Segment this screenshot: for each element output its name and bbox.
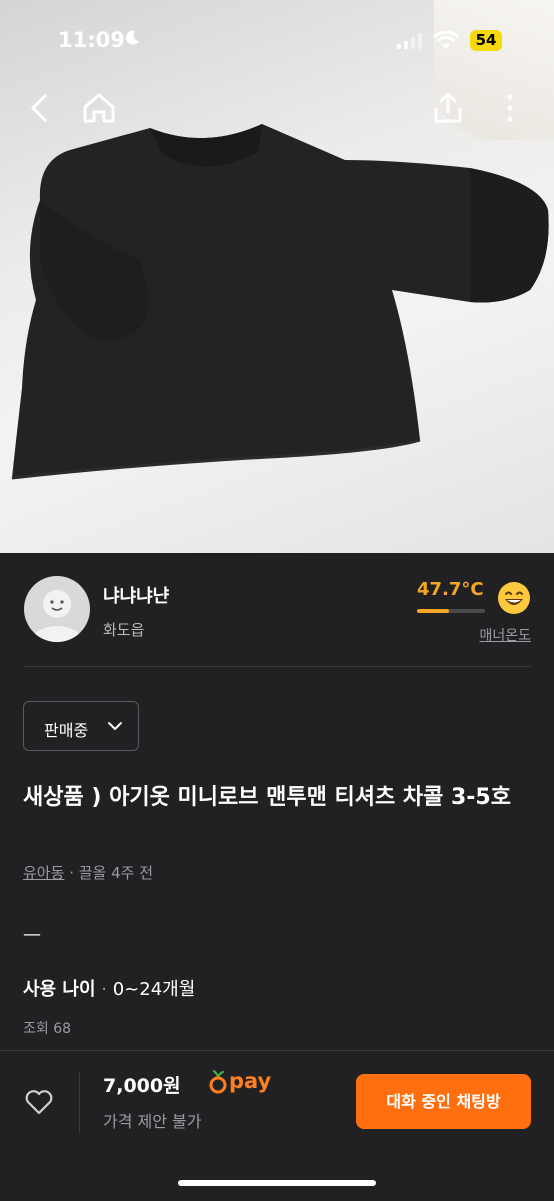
temperature-bar <box>417 609 485 613</box>
usage-age-value: 0~24개월 <box>112 979 196 1000</box>
status-bar: 11:09 54 <box>0 0 554 80</box>
user-avatar-icon <box>31 590 83 642</box>
usage-age-label: 사용 나이 <box>23 979 96 1000</box>
seller-name[interactable]: 냐냐냐냔 <box>103 582 169 608</box>
divider <box>23 666 531 667</box>
price-negotiation: 가격 제안 불가 <box>103 1112 202 1131</box>
smile-emoji-icon <box>498 582 530 614</box>
view-count: 조회 68 <box>23 1021 72 1037</box>
back-button[interactable] <box>20 88 60 128</box>
home-button[interactable] <box>79 88 119 128</box>
wifi-icon <box>433 31 459 49</box>
category-link[interactable]: 유아동 <box>23 864 64 882</box>
sweatshirt-image <box>11 124 549 480</box>
product-meta: 유아동 · 끌올 4주 전 <box>23 862 153 883</box>
chevron-down-icon <box>108 722 122 730</box>
sale-status-label: 판매중 <box>44 721 89 740</box>
home-indicator <box>178 1180 376 1186</box>
meta-separator: · <box>69 864 79 882</box>
bottom-divider <box>79 1073 80 1133</box>
avatar[interactable] <box>24 576 90 642</box>
sale-status-dropdown[interactable]: 판매중 <box>23 701 139 751</box>
more-button[interactable] <box>490 88 530 128</box>
moon-icon <box>125 30 139 45</box>
age-separator: · <box>101 979 113 1000</box>
usage-age: 사용 나이 · 0~24개월 <box>23 975 195 1001</box>
bumped-time: 끌올 4주 전 <box>78 864 154 882</box>
temperature-bar-fill <box>417 609 450 613</box>
battery-indicator: 54 <box>470 30 502 51</box>
signal-icon <box>397 33 422 49</box>
manner-temperature: 47.7°C <box>417 579 484 600</box>
manner-temperature-link[interactable]: 매너온도 <box>479 625 531 645</box>
carrot-pay-icon <box>209 1069 227 1094</box>
share-button[interactable] <box>428 88 468 128</box>
product-title: 새상품 ) 아기옷 미니로브 맨투맨 티셔츠 차콜 3-5호 <box>23 785 511 810</box>
chat-room-button[interactable]: 대화 중인 채팅방 <box>356 1074 531 1129</box>
status-time: 11:09 <box>58 28 125 52</box>
pay-label: pay <box>229 1069 272 1093</box>
seller-location: 화도읍 <box>103 621 145 639</box>
heart-icon[interactable] <box>24 1088 54 1116</box>
product-description: — <box>23 924 41 945</box>
product-photo[interactable] <box>0 0 554 553</box>
product-price: 7,000원 <box>103 1075 181 1097</box>
